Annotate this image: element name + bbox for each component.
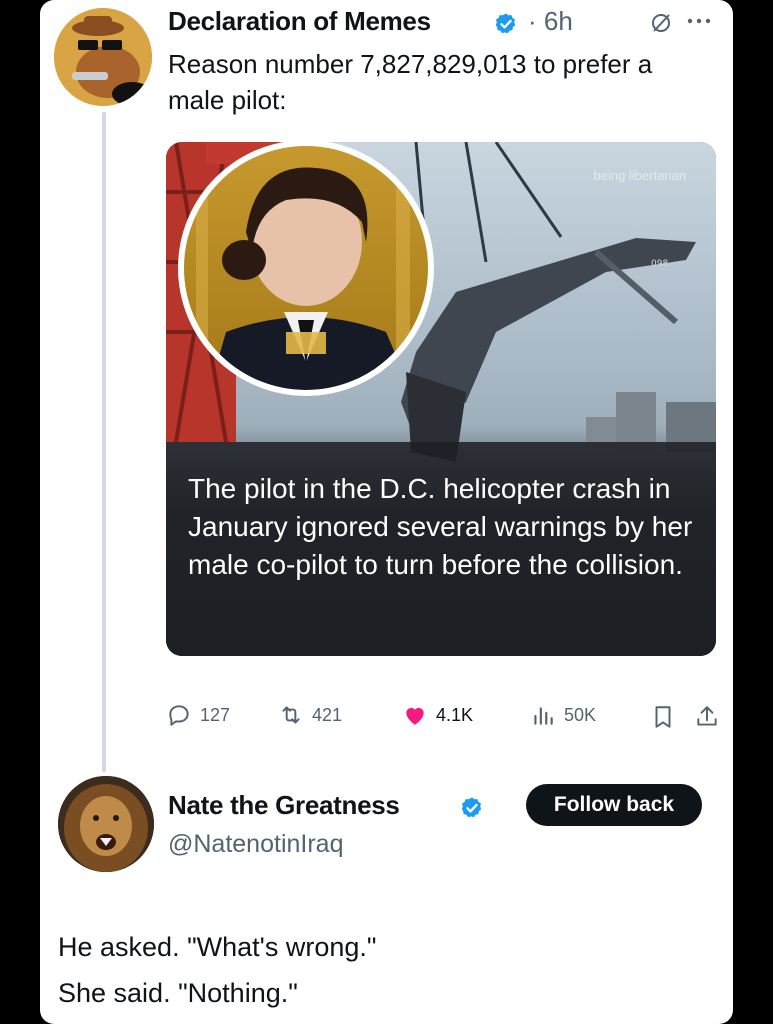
reply-line: She said. "Nothing." <box>58 978 298 1008</box>
post-text: Reason number 7,827,829,013 to prefer a … <box>168 49 653 115</box>
post-time[interactable]: · 6h <box>528 6 573 37</box>
avatar-declaration-of-memes[interactable] <box>54 8 152 106</box>
thread-connector-line <box>102 112 106 772</box>
grok-slash-icon[interactable] <box>650 12 672 34</box>
follow-back-button[interactable]: Follow back <box>526 784 702 826</box>
post-media[interactable]: 098 being libertarian The pilot in the D… <box>166 142 716 656</box>
reply-line: He asked. "What's wrong." <box>58 932 377 962</box>
reply-button[interactable]: 127 <box>166 702 230 728</box>
like-count: 4.1K <box>436 704 474 725</box>
like-button[interactable]: 4.1K <box>402 702 473 728</box>
views-icon <box>534 707 553 725</box>
repost-button[interactable]: 421 <box>278 702 342 728</box>
media-caption: The pilot in the D.C. helicopter crash i… <box>188 473 693 580</box>
svg-text:098: 098 <box>651 259 668 269</box>
reply-text: He asked. "What's wrong." She said. "Not… <box>58 924 376 1016</box>
verified-badge-icon <box>461 797 482 818</box>
reply-icon <box>169 705 189 726</box>
repost-count: 421 <box>312 704 343 725</box>
reply-author-handle[interactable]: @NatenotinIraq <box>168 830 343 859</box>
post-actions: 127 421 4.1K 50K <box>166 702 726 732</box>
reply-author-name[interactable]: Nate the Greatness <box>168 790 400 821</box>
views-button[interactable]: 50K <box>530 702 596 728</box>
media-watermark: being libertarian <box>593 168 686 183</box>
post-card: Declaration of Memes · 6h Reason number … <box>40 0 733 1024</box>
bookmark-icon[interactable] <box>650 704 676 730</box>
more-icon[interactable] <box>686 16 712 26</box>
author-name[interactable]: Declaration of Memes <box>168 6 431 37</box>
share-icon[interactable] <box>694 704 720 730</box>
repost-icon <box>282 706 300 724</box>
avatar-nate-the-greatness[interactable] <box>58 776 154 872</box>
verified-badge-icon <box>495 13 516 34</box>
heart-icon <box>406 707 424 725</box>
reply-count: 127 <box>200 704 231 725</box>
views-count: 50K <box>564 704 597 725</box>
